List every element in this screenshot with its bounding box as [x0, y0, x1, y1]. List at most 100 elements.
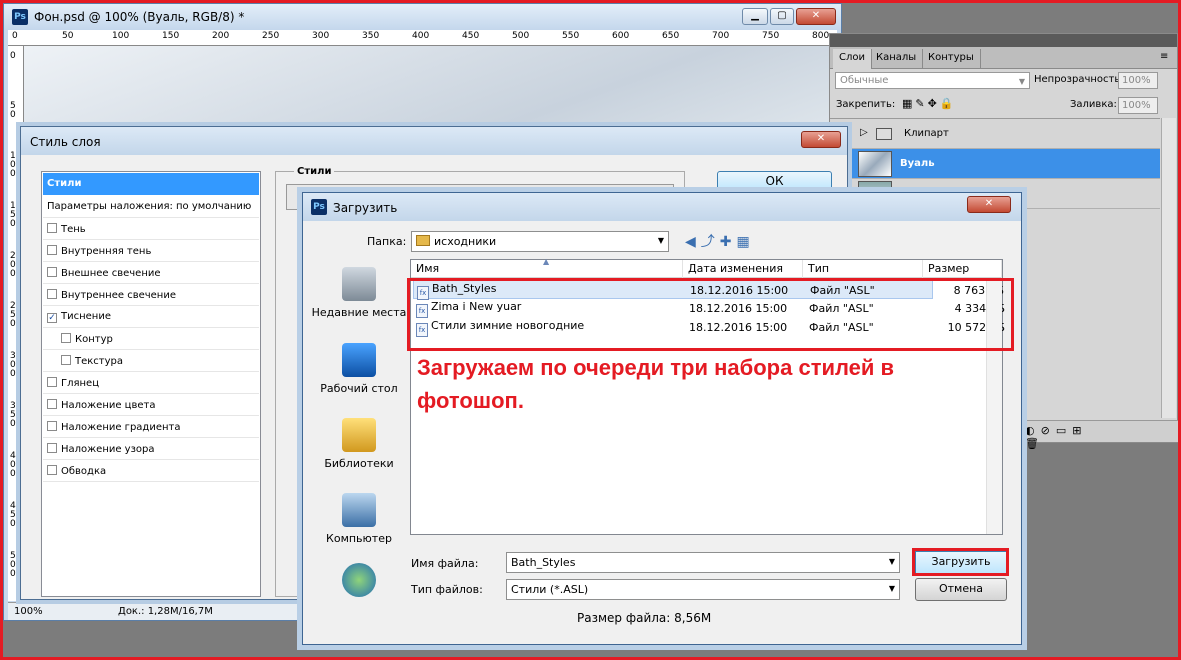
style-item[interactable]: Параметры наложения: по умолчанию — [43, 196, 259, 218]
folder-value: исходники — [434, 235, 497, 248]
place-libraries[interactable]: Библиотеки — [311, 418, 407, 471]
checkbox[interactable] — [47, 223, 57, 233]
panel-menu-icon[interactable]: ≡ — [1160, 51, 1168, 62]
ruler-label: 350 — [362, 31, 380, 41]
up-folder-icon[interactable]: ⤴ — [701, 234, 720, 250]
back-icon[interactable]: ◀ — [685, 234, 701, 250]
checkbox[interactable] — [47, 399, 57, 409]
checkbox[interactable] — [47, 267, 57, 277]
style-item-label: Текстура — [75, 356, 124, 367]
checkbox[interactable] — [47, 377, 57, 387]
style-item[interactable]: Текстура — [43, 350, 259, 372]
checkbox[interactable] — [47, 421, 57, 431]
layers-scrollbar[interactable] — [1161, 118, 1176, 418]
close-icon[interactable]: ✕ — [801, 131, 841, 148]
style-item[interactable]: ✓ Тиснение — [43, 306, 259, 328]
opacity-input[interactable]: 100% — [1118, 72, 1158, 89]
place-computer[interactable]: Компьютер — [311, 493, 407, 546]
zoom-level[interactable]: 100% — [14, 606, 43, 617]
column-size[interactable]: Размер — [923, 260, 1002, 278]
document-title: Фон.psd @ 100% (Вуаль, RGB/8) * — [34, 10, 245, 24]
layer-row-veil[interactable]: Вуаль — [830, 149, 1160, 179]
style-item[interactable]: Наложение цвета — [43, 394, 259, 416]
lock-icons[interactable]: ▦✎✥🔒 — [902, 97, 957, 110]
expand-triangle-icon[interactable]: ▷ — [860, 127, 868, 138]
layer-row-clipart[interactable]: ▷ Клипарт — [830, 119, 1160, 149]
style-item[interactable]: Глянец — [43, 372, 259, 394]
sort-arrow-icon: ▲ — [543, 257, 550, 266]
filetype-select[interactable]: Стили (*.ASL) ▼ — [506, 579, 900, 600]
filetype-value: Стили (*.ASL) — [511, 583, 589, 596]
ruler-label: 0 — [12, 31, 18, 41]
column-type[interactable]: Тип — [803, 260, 923, 278]
dialog-titlebar[interactable]: Стиль слоя ✕ — [21, 127, 847, 155]
style-item[interactable]: Внешнее свечение — [43, 262, 259, 284]
style-item-label: Тиснение — [61, 311, 111, 322]
dialog-title: Стиль слоя — [30, 135, 101, 149]
computer-icon — [342, 493, 376, 527]
tab-paths[interactable]: Контуры — [922, 49, 981, 69]
horizontal-ruler: 0 50 100 150 200 250 300 350 400 450 500 550 600 650 7… — [8, 30, 837, 46]
ruler-label: 600 — [612, 31, 630, 41]
ruler-label: 400 — [412, 31, 430, 41]
ruler-label: 650 — [662, 31, 680, 41]
document-titlebar[interactable]: Ps Фон.psd @ 100% (Вуаль, RGB/8) * ▁ ▢ ✕ — [4, 4, 841, 30]
folder-select[interactable]: исходники ▼ — [411, 231, 669, 252]
style-item[interactable]: Обводка — [43, 460, 259, 482]
folder-icon — [416, 235, 430, 246]
lock-label: Закрепить: — [836, 99, 896, 110]
ok-button[interactable]: ОК — [717, 171, 832, 191]
style-item-label: Внешнее свечение — [61, 268, 161, 279]
style-item-label: Наложение градиента — [61, 422, 181, 433]
maximize-icon[interactable]: ▢ — [770, 8, 794, 25]
style-item[interactable]: Наложение узора — [43, 438, 259, 460]
file-size-info: Размер файла: 8,56M — [577, 611, 712, 625]
style-item[interactable]: Тень — [43, 218, 259, 240]
ruler-label: 750 — [762, 31, 780, 41]
blend-mode-select[interactable]: Обычные ▼ — [835, 72, 1030, 89]
place-desktop[interactable]: Рабочий стол — [311, 343, 407, 396]
close-icon[interactable]: ✕ — [967, 196, 1011, 213]
ruler-label: 300 — [312, 31, 330, 41]
cancel-button[interactable]: Отмена — [915, 578, 1007, 601]
checkbox[interactable] — [61, 355, 71, 365]
style-item-styles[interactable]: Стили — [43, 173, 259, 195]
chevron-down-icon: ▼ — [1018, 77, 1025, 86]
style-item[interactable]: Внутреннее свечение — [43, 284, 259, 306]
place-network[interactable] — [311, 563, 407, 601]
checkbox[interactable] — [47, 443, 57, 453]
style-item[interactable]: Внутренняя тень — [43, 240, 259, 262]
filename-value: Bath_Styles — [511, 556, 576, 569]
fill-input[interactable]: 100% — [1118, 97, 1158, 114]
checkbox[interactable] — [47, 289, 57, 299]
fill-label: Заливка: — [1070, 99, 1117, 110]
checkbox[interactable] — [47, 465, 57, 475]
panel-header[interactable] — [830, 34, 1177, 47]
tab-channels[interactable]: Каналы — [870, 49, 924, 69]
checkbox[interactable] — [47, 245, 57, 255]
annotation-text: Загружаем по очереди три набора стилей в… — [417, 355, 895, 413]
style-item[interactable]: Наложение градиента — [43, 416, 259, 438]
new-folder-icon[interactable]: ✚ — [720, 234, 737, 250]
opacity-label: Непрозрачность: — [1034, 74, 1124, 85]
filename-label: Имя файла: — [411, 557, 479, 570]
blend-mode-value: Обычные — [840, 75, 889, 86]
column-date[interactable]: Дата изменения — [683, 260, 803, 278]
layer-thumbnail — [858, 151, 892, 177]
filename-input[interactable]: Bath_Styles ▼ — [506, 552, 900, 573]
checkbox[interactable]: ✓ — [47, 313, 57, 323]
place-recent[interactable]: Недавние места — [311, 267, 407, 320]
network-icon — [342, 563, 376, 597]
places-bar: Недавние места Рабочий стол Библиотеки К… — [311, 253, 407, 603]
dialog-titlebar[interactable]: Ps Загрузить ✕ — [303, 193, 1021, 221]
ruler-label: 4 5 0 — [10, 501, 16, 529]
ruler-label: 0 — [10, 51, 16, 61]
view-menu-icon[interactable]: ▦ — [737, 234, 755, 250]
close-icon[interactable]: ✕ — [796, 8, 836, 25]
style-item-label: Глянец — [61, 378, 100, 389]
style-item[interactable]: Контур — [43, 328, 259, 350]
libraries-icon — [342, 418, 376, 452]
tab-layers[interactable]: Слои — [833, 49, 872, 69]
checkbox[interactable] — [61, 333, 71, 343]
minimize-icon[interactable]: ▁ — [742, 8, 768, 25]
